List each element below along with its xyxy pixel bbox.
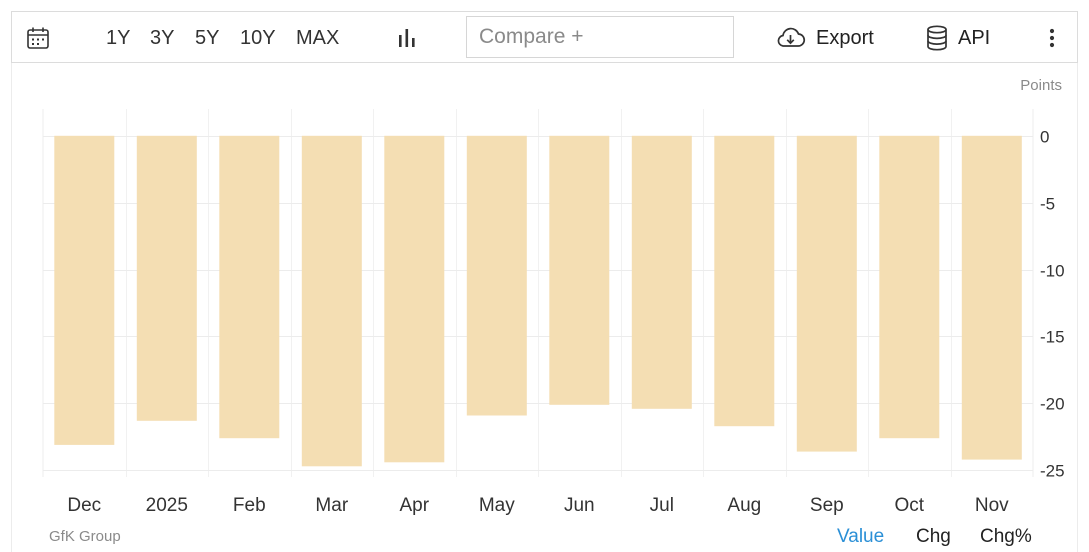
x-tick-label: Mar	[315, 495, 348, 516]
bar-jul[interactable]	[631, 135, 692, 409]
y-tick-label: -25	[1040, 462, 1065, 481]
x-axis-ticks: Dec 2025 Feb Mar Apr May Jun Jul Aug Sep Oct Nov	[67, 495, 1009, 516]
mode-tab-value[interactable]: Value	[837, 526, 884, 548]
x-tick-label: Jun	[564, 495, 595, 516]
chart-panel: Points 0 -5 -10 -15 -20 -25 Dec 2025 Feb Mar Apr M…	[11, 63, 1078, 552]
export-button[interactable]: Export	[774, 12, 874, 64]
x-tick-label: Feb	[233, 495, 266, 516]
x-tick-label: 2025	[146, 495, 188, 516]
range-max-button[interactable]: MAX	[296, 12, 339, 64]
bar-sep[interactable]	[796, 135, 857, 452]
range-3y-button[interactable]: 3Y	[150, 12, 174, 64]
api-label: API	[958, 26, 991, 49]
bar-chart-icon[interactable]	[396, 12, 420, 64]
y-tick-label: -5	[1040, 195, 1055, 214]
x-tick-label: Apr	[400, 495, 430, 516]
bar-oct[interactable]	[879, 135, 940, 439]
y-tick-label: -15	[1040, 328, 1065, 347]
x-tick-label: Jul	[650, 495, 674, 516]
bar-may[interactable]	[466, 135, 527, 416]
bar-apr[interactable]	[384, 135, 445, 463]
more-options-icon[interactable]	[1042, 12, 1062, 64]
range-5y-button[interactable]: 5Y	[195, 12, 219, 64]
y-axis-ticks: 0 -5 -10 -15 -20 -25	[1040, 128, 1065, 481]
mode-tab-chg[interactable]: Chg	[916, 526, 951, 548]
y-tick-label: -10	[1040, 262, 1065, 281]
x-tick-label: Nov	[975, 495, 1009, 516]
export-label: Export	[816, 26, 874, 49]
chart-toolbar: 1Y 3Y 5Y 10Y MAX Export API	[11, 11, 1078, 63]
y-axis-unit-label: Points	[1020, 77, 1062, 94]
bar-mar[interactable]	[301, 135, 362, 467]
x-tick-label: Aug	[727, 495, 761, 516]
x-tick-label: May	[479, 495, 515, 516]
bar-aug[interactable]	[714, 135, 775, 427]
bar-2025[interactable]	[136, 135, 197, 421]
bar-jun[interactable]	[549, 135, 610, 405]
bar-dec[interactable]	[54, 135, 115, 445]
bar-nov[interactable]	[961, 135, 1022, 460]
x-tick-label: Sep	[810, 495, 844, 516]
bar-feb[interactable]	[219, 135, 280, 439]
database-icon	[927, 25, 947, 51]
range-10y-button[interactable]: 10Y	[240, 12, 276, 64]
api-button[interactable]: API	[926, 12, 990, 64]
x-tick-label: Dec	[67, 495, 101, 516]
calendar-icon[interactable]	[26, 12, 52, 64]
y-tick-label: 0	[1040, 128, 1049, 147]
mode-tab-chg-percent[interactable]: Chg%	[980, 526, 1032, 548]
compare-input[interactable]	[466, 16, 734, 58]
source-label: GfK Group	[49, 528, 121, 545]
y-tick-label: -20	[1040, 395, 1065, 414]
bar-chart: Points 0 -5 -10 -15 -20 -25 Dec 2025 Feb Mar Apr M…	[42, 77, 1065, 516]
x-tick-label: Oct	[895, 495, 925, 516]
cloud-download-icon	[777, 27, 806, 47]
range-1y-button[interactable]: 1Y	[106, 12, 130, 64]
